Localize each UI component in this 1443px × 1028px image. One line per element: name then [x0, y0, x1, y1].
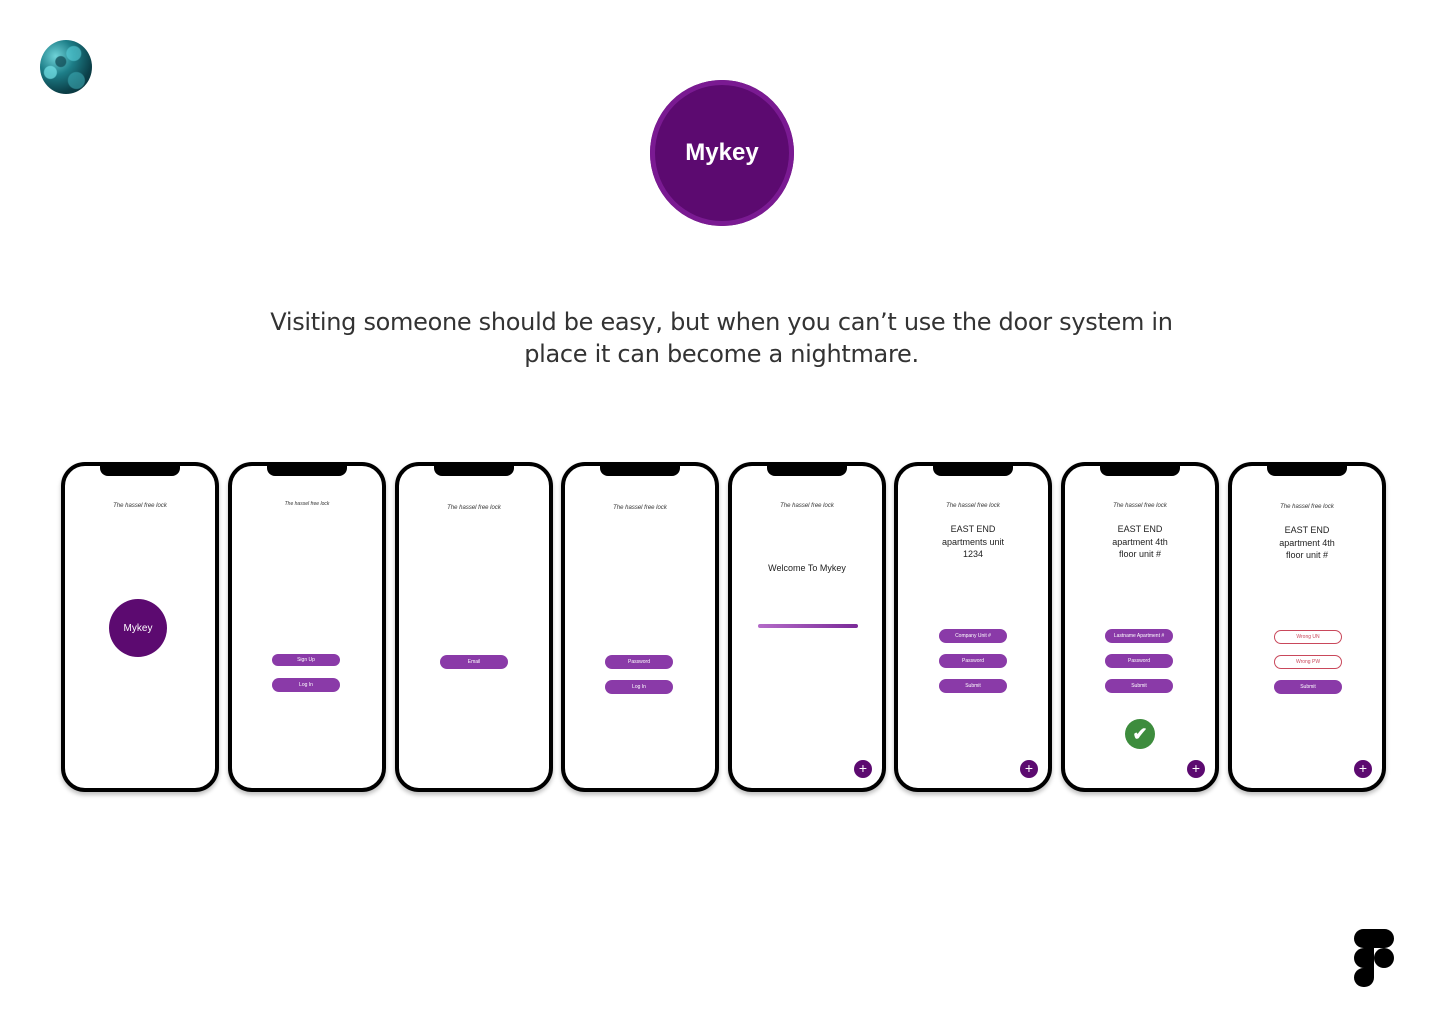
phone-notch — [434, 465, 514, 476]
phone-screen-error: The hassel free lock EAST END apartment … — [1228, 462, 1386, 792]
phone-notch — [600, 465, 680, 476]
phone-notch — [267, 465, 347, 476]
app-title: The hassel free lock — [1113, 503, 1167, 509]
phone-notch — [1267, 465, 1347, 476]
logo-text: Mykey — [685, 139, 759, 166]
app-title: The hassel free lock — [1280, 504, 1334, 510]
phone-screen-success: The hassel free lock EAST END apartment … — [1061, 462, 1219, 792]
app-title: The hassel free lock — [447, 505, 501, 511]
log-in-button[interactable]: Log In — [272, 678, 340, 692]
phone-notch — [100, 465, 180, 476]
phone-screen-email: The hassel free lock Email — [395, 462, 553, 792]
building-heading: EAST END apartment 4th floor unit # — [1112, 524, 1168, 559]
submit-button[interactable]: Submit — [939, 679, 1007, 693]
phone-notch — [933, 465, 1013, 476]
password-error-field[interactable]: Wrong PW — [1274, 655, 1342, 669]
sign-up-button[interactable]: Sign Up — [272, 654, 340, 666]
plus-icon[interactable]: + — [1187, 760, 1205, 778]
app-title: The hassel free lock — [113, 503, 167, 509]
submit-button[interactable]: Submit — [1274, 680, 1342, 694]
checkmark-icon: ✔ — [1125, 719, 1155, 749]
app-title: The hassel free lock — [284, 501, 330, 507]
building-heading: EAST END apartment 4th floor unit # — [1279, 525, 1335, 560]
log-in-button[interactable]: Log In — [605, 680, 673, 694]
app-title: The hassel free lock — [780, 503, 834, 509]
phone-notch — [1100, 465, 1180, 476]
phone-screen-unit-login: The hassel free lock EAST END apartments… — [894, 462, 1052, 792]
app-title: The hassel free lock — [613, 505, 667, 511]
figma-icon — [1354, 929, 1394, 987]
phone-notch — [767, 465, 847, 476]
loading-bar — [758, 624, 858, 628]
lastname-apartment-field[interactable]: Lastname Apartment # — [1105, 629, 1173, 643]
company-unit-field[interactable]: Company Unit # — [939, 629, 1007, 643]
phone-screen-welcome-options: The hassel free lock Sign Up Log In — [228, 462, 386, 792]
password-field[interactable]: Password — [1105, 654, 1173, 668]
phone-screen-splash: The hassel free lock Mykey — [61, 462, 219, 792]
phone-screen-password: The hassel free lock Password Log In — [561, 462, 719, 792]
username-error-field[interactable]: Wrong UN — [1274, 630, 1342, 644]
profile-avatar[interactable] — [40, 40, 92, 94]
mykey-logo: Mykey — [650, 80, 794, 226]
app-logo-text: Mykey — [123, 622, 153, 634]
submit-button[interactable]: Submit — [1105, 679, 1173, 693]
plus-icon[interactable]: + — [1020, 760, 1038, 778]
building-heading: EAST END apartments unit 1234 — [941, 524, 1005, 559]
phone-screen-loading: The hassel free lock Welcome To Mykey + — [728, 462, 886, 792]
plus-icon[interactable]: + — [1354, 760, 1372, 778]
password-field[interactable]: Password — [605, 655, 673, 669]
app-title: The hassel free lock — [946, 503, 1000, 509]
plus-icon[interactable]: + — [854, 760, 872, 778]
welcome-message: Welcome To Mykey — [768, 563, 846, 573]
email-field[interactable]: Email — [440, 655, 508, 669]
tagline: Visiting someone should be easy, but whe… — [270, 308, 1173, 368]
app-logo: Mykey — [109, 599, 167, 657]
password-field[interactable]: Password — [939, 654, 1007, 668]
